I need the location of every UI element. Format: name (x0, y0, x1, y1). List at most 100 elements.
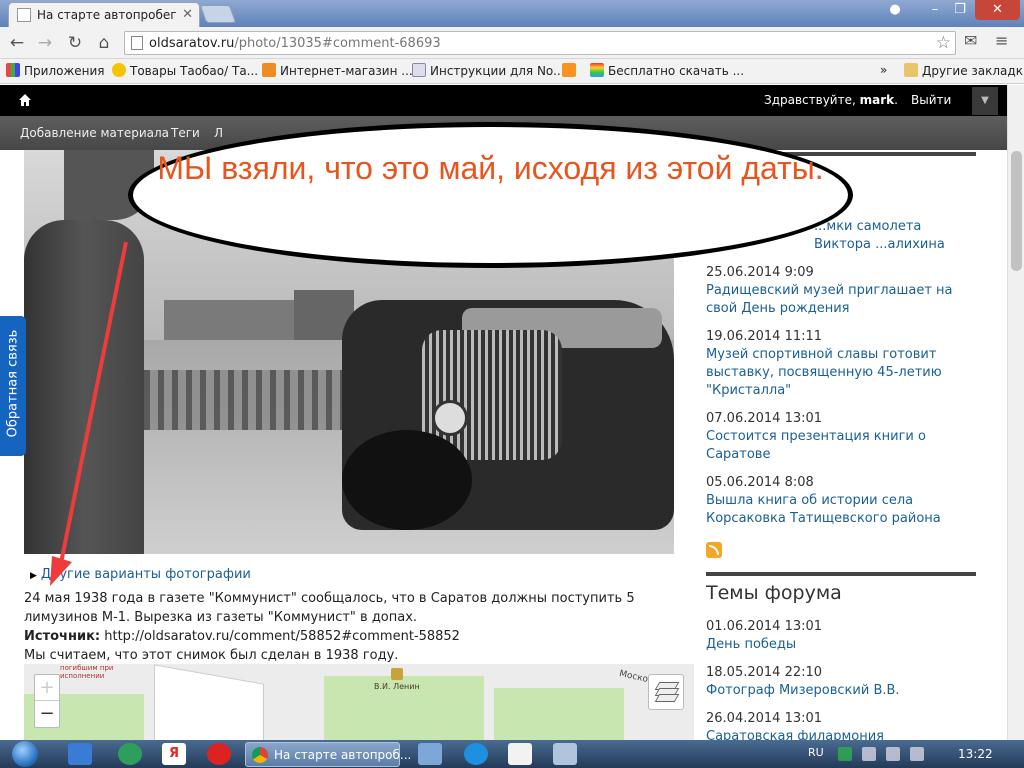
photo-caption: 24 мая 1938 года в газете "Коммунист" со… (24, 589, 684, 665)
bookmark-ok[interactable] (562, 63, 580, 78)
forum-title: Темы форума (706, 582, 842, 604)
photo-people (24, 220, 144, 554)
ie-icon[interactable] (464, 743, 488, 765)
app-icon[interactable] (418, 743, 442, 765)
nav-add-material[interactable]: Добавление материала (20, 126, 169, 140)
site-home-icon[interactable] (18, 93, 32, 107)
feedback-tab[interactable]: Обратная связь (0, 316, 26, 456)
other-variants-link[interactable]: ▶ Другие варианты фотографии (30, 567, 251, 582)
forum-link[interactable]: День победы (706, 636, 966, 654)
menu-icon[interactable]: ≡ (995, 31, 1008, 50)
chevron-down-icon[interactable]: ▼ (972, 87, 998, 115)
forum-list: 01.06.2014 13:01 День победы 18.05.2014 … (706, 618, 966, 756)
odnoklassniki-icon (562, 63, 576, 77)
yandex-icon[interactable]: Я (162, 743, 186, 765)
map-street-label: Моско (618, 669, 649, 685)
chrome-icon (252, 747, 268, 763)
map-layers-button[interactable] (648, 674, 684, 710)
source-url: http://oldsaratov.ru/comment/58852#comme… (104, 629, 460, 644)
news-item: 19.06.2014 11:11 Музей спортивной славы … (706, 328, 966, 400)
nav-item-partial[interactable]: Л (214, 126, 223, 140)
reload-icon[interactable]: ↻ (64, 32, 86, 54)
start-button[interactable] (6, 740, 46, 768)
bookmark-label: Приложения (24, 64, 105, 78)
page-icon (131, 36, 143, 50)
news-link[interactable]: Вышла книга об истории села Корсаковка Т… (706, 492, 966, 528)
page-icon (412, 63, 426, 77)
bookmark-label: Товары Таобао/ Та... (130, 64, 259, 78)
news-item: 07.06.2014 13:01 Состоится презентация к… (706, 410, 966, 464)
audio-icon[interactable] (553, 743, 577, 765)
address-bar[interactable]: oldsaratov.ru/photo/13035#comment-68693 … (124, 31, 956, 55)
map-label: погибшим при исполнении (60, 664, 114, 680)
forum-date: 01.06.2014 13:01 (706, 619, 823, 634)
forum-item: 01.06.2014 13:01 День победы (706, 618, 966, 654)
rss-icon[interactable] (706, 542, 722, 558)
user-icon[interactable]: ● (880, 0, 910, 20)
bookmark-apps[interactable]: Приложения (6, 63, 105, 78)
map-road (154, 664, 264, 740)
username[interactable]: mark (860, 93, 895, 107)
bookmark-label: Интернет-магазин ... (280, 64, 413, 78)
new-tab-button[interactable] (199, 5, 237, 23)
bookmark-instructions[interactable]: Инструкции для No... (412, 63, 565, 78)
maximize-button[interactable]: ❐ (945, 0, 975, 20)
bookmark-taobao[interactable]: Товары Таобао/ Та... (112, 63, 258, 78)
language-indicator[interactable]: RU (808, 746, 824, 759)
nav-tags[interactable]: Теги (171, 126, 200, 140)
logout-link[interactable]: Выйти (911, 93, 951, 107)
feedback-label: Обратная связь (5, 329, 21, 438)
caption-text: 24 мая 1938 года в газете "Коммунист" со… (24, 591, 635, 625)
other-bookmarks-label: Другие закладки (922, 64, 1024, 78)
media-player-icon[interactable] (118, 743, 142, 765)
bookmark-download[interactable]: Бесплатно скачать ... (590, 63, 744, 78)
tab-title: На старте автопробега. | (37, 8, 177, 22)
explorer-icon[interactable] (68, 743, 92, 765)
car-headlamp (432, 400, 468, 436)
map-park (494, 688, 624, 740)
tray-app-icon[interactable] (838, 747, 852, 761)
bookmark-shop[interactable]: Интернет-магазин ... (262, 63, 413, 78)
taskbar-chrome-task[interactable]: На старте автопроб... (245, 742, 411, 767)
news-link[interactable]: Музей спортивной славы готовит выставку,… (706, 346, 966, 400)
zoom-in-button[interactable]: + (35, 675, 59, 701)
yandex-browser-icon[interactable] (508, 743, 532, 765)
clock[interactable]: 13:22 (958, 747, 993, 761)
opera-icon[interactable] (207, 743, 231, 765)
url-path: /photo/13035#comment-68693 (234, 36, 441, 51)
tab-close-icon[interactable]: ✕ (182, 7, 193, 22)
forward-arrow-icon[interactable]: → (34, 32, 56, 54)
scrollbar-thumb[interactable] (1011, 151, 1022, 271)
close-window-button[interactable]: ✕ (975, 0, 1020, 20)
volume-icon[interactable] (910, 747, 924, 761)
map[interactable]: погибшим при исполнении В.И. Ленин Моско (24, 664, 694, 740)
bookmarks-more[interactable]: » (880, 63, 887, 77)
rainbow-icon (590, 63, 604, 77)
bookmark-star-icon[interactable]: ☆ (936, 33, 951, 53)
back-arrow-icon[interactable]: ← (6, 32, 28, 54)
url-text: oldsaratov.ru/photo/13035#comment-68693 (149, 36, 441, 51)
triangle-right-icon: ▶ (30, 571, 37, 581)
flag-icon[interactable] (862, 747, 876, 761)
other-bookmarks[interactable]: Другие закладки (904, 63, 1024, 78)
news-link[interactable]: Радищевский музей приглашает на свой Ден… (706, 282, 966, 318)
smiley-icon (112, 63, 126, 77)
bookmark-label: Бесплатно скачать ... (608, 64, 745, 78)
browser-tab[interactable]: На старте автопробега. | ✕ (8, 2, 200, 27)
map-poi[interactable]: В.И. Ленин (374, 668, 420, 691)
caption-note: Мы считаем, что этот снимок был сделан в… (24, 648, 399, 663)
home-icon[interactable]: ⌂ (93, 32, 115, 54)
news-item: 25.06.2014 9:09 Радищевский музей пригла… (706, 264, 966, 318)
layers-icon (654, 694, 680, 702)
annotation-bubble (128, 122, 853, 268)
windows-taskbar: Я На старте автопроб... RU 13:22 (0, 740, 1024, 768)
zoom-out-button[interactable]: − (35, 701, 59, 727)
url-host: oldsaratov.ru (149, 36, 235, 51)
network-icon[interactable] (886, 747, 900, 761)
page-scrollbar[interactable] (1007, 85, 1024, 740)
news-list: ...мки самолета Виктора ...алихина 25.06… (706, 218, 966, 538)
bookmark-label: Инструкции для No... (430, 64, 565, 78)
news-link[interactable]: Состоится презентация книги о Саратове (706, 428, 966, 464)
mail-icon[interactable]: ✉ (964, 31, 977, 50)
forum-link[interactable]: Фотограф Мизеровский В.В. (706, 682, 966, 700)
